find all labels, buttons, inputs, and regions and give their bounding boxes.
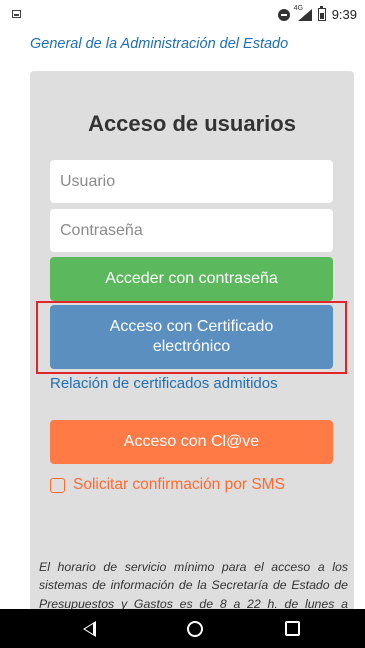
clock: 9:39 xyxy=(331,7,357,22)
status-bar: 4G 9:39 xyxy=(0,0,365,30)
header-link[interactable]: General de la Administración del Estado xyxy=(30,36,288,52)
clave-login-label: Acceso con Cl@ve xyxy=(123,433,260,450)
navigation-bar xyxy=(0,609,365,648)
back-icon[interactable] xyxy=(83,621,96,637)
status-icons: 4G 9:39 xyxy=(277,5,357,22)
notification-icon xyxy=(12,10,21,18)
username-placeholder: Usuario xyxy=(60,173,116,190)
battery-icon xyxy=(317,6,326,21)
password-field[interactable]: Contraseña xyxy=(50,209,333,252)
password-login-label: Acceder con contraseña xyxy=(105,270,278,287)
home-icon[interactable] xyxy=(187,621,203,637)
sms-checkbox[interactable] xyxy=(50,477,65,493)
password-login-button[interactable]: Acceder con contraseña xyxy=(50,257,333,301)
page-title: Acceso de usuarios xyxy=(88,111,296,136)
sms-label: Solicitar confirmación por SMS xyxy=(73,476,285,493)
username-field[interactable]: Usuario xyxy=(50,160,333,203)
certificates-link[interactable]: Relación de certificados admitidos xyxy=(50,375,278,392)
signal-icon: 4G xyxy=(294,5,312,21)
recents-icon[interactable] xyxy=(285,621,300,636)
clave-login-button[interactable]: Acceso con Cl@ve xyxy=(50,420,333,464)
password-placeholder: Contraseña xyxy=(60,222,143,239)
sms-confirmation-row[interactable]: Solicitar confirmación por SMS xyxy=(50,476,285,494)
highlight-box xyxy=(36,301,347,374)
do-not-disturb-icon xyxy=(277,8,290,21)
